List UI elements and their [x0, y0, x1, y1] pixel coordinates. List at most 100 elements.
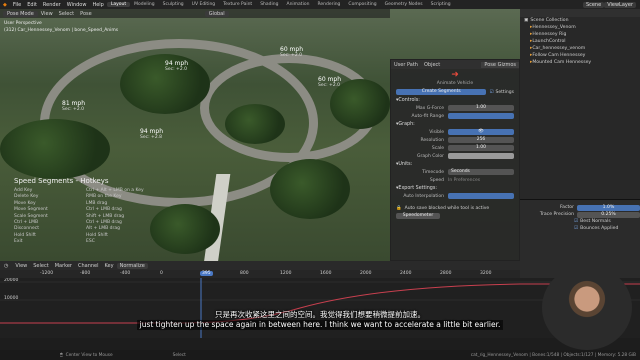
auto-interp-toggle[interactable]	[448, 193, 514, 199]
outliner-item-label: LaunchControl	[532, 39, 566, 44]
bounces-label: Bounces Applied	[580, 226, 619, 231]
tree-cluster	[270, 159, 350, 219]
3d-viewport[interactable]: Pose Mode View Select Pose Global User P…	[0, 9, 520, 261]
tab-texture-paint[interactable]: Texture Paint	[219, 2, 256, 7]
speed-marker[interactable]: 94 mph Sec: +2.8	[140, 129, 163, 141]
status-mid: Select	[172, 352, 186, 358]
hotkey-action: Exit	[14, 239, 23, 245]
speed-marker[interactable]: 94 mph Sec: +2.0	[165, 61, 188, 73]
sidebar-n-panel: User Path Object Pose Gizmos ➜ Animate V…	[390, 59, 520, 261]
view-layer-selector[interactable]: ViewLayer	[604, 1, 636, 8]
best-normals-checkbox-icon[interactable]: ☑	[574, 219, 578, 224]
addon-logo: ➜	[391, 69, 519, 81]
outliner-item-label: Mounted Cam Hennessey	[532, 60, 592, 65]
frame-tick: 800	[240, 271, 249, 276]
outliner-item[interactable]: ▸ Follow Cam Hennessey	[520, 52, 640, 59]
max-gforce-field[interactable]: 1.00	[448, 105, 514, 111]
mode-selector[interactable]: Pose Mode	[3, 10, 38, 17]
tab-animation[interactable]: Animation	[282, 2, 313, 7]
speed-value: In Preferences	[448, 177, 481, 183]
tab-layout[interactable]: Layout	[106, 2, 131, 7]
scale-field[interactable]: 1.00	[448, 145, 514, 151]
timecode-label: Timecode	[422, 169, 444, 175]
tab-user-path[interactable]: User Path	[391, 62, 421, 68]
menu-edit[interactable]: Edit	[24, 2, 40, 8]
view-menu[interactable]: View	[38, 11, 56, 17]
outliner-panel: ▣ Scene Collection ▸ Hennessey_Venom ▸ Hen…	[520, 9, 640, 199]
normalize-toggle[interactable]: Normalize	[116, 262, 148, 269]
tab-rendering[interactable]: Rendering	[313, 2, 344, 7]
export-heading: Export Settings:	[398, 185, 437, 191]
tab-pose-gizmos[interactable]: Pose Gizmos	[481, 61, 519, 68]
frame-tick: 1200	[280, 271, 292, 276]
editor-type-icon[interactable]: ◷	[0, 263, 12, 269]
pose-menu[interactable]: Pose	[77, 11, 95, 17]
tab-sculpting[interactable]: Sculpting	[159, 2, 188, 7]
tab-compositing[interactable]: Compositing	[344, 2, 380, 7]
tab-scripting[interactable]: Scripting	[427, 2, 455, 7]
key-menu[interactable]: Key	[102, 263, 117, 269]
outliner-header	[520, 9, 640, 17]
graph-color-swatch[interactable]	[448, 153, 514, 159]
status-left: Center View to Mouse	[65, 352, 113, 358]
blender-logo-icon[interactable]: ◆	[0, 2, 10, 8]
marker-menu[interactable]: Marker	[52, 263, 75, 269]
create-segments-button[interactable]: Create Segments	[396, 89, 487, 95]
menu-window[interactable]: Window	[64, 2, 90, 8]
auto-save-note: Auto save blocked while tool is active	[404, 205, 490, 211]
trace-field[interactable]: 0.25%	[577, 211, 640, 218]
tab-geometry-nodes[interactable]: Geometry Nodes	[381, 2, 427, 7]
select-menu[interactable]: Select	[30, 263, 51, 269]
channel-menu[interactable]: Channel	[75, 263, 102, 269]
menu-render[interactable]: Render	[40, 2, 64, 8]
resolution-field[interactable]: 256	[448, 137, 514, 143]
outliner-item[interactable]: ▸ Hennessey Rig	[520, 31, 640, 38]
outliner-item[interactable]: ▸ Hennessey_Venom	[520, 24, 640, 31]
outliner-root[interactable]: ▣ Scene Collection	[520, 17, 640, 24]
frame-tick: 0	[160, 271, 163, 276]
subtitle-zh: 只是再次收紧这里之间的空间。我觉得我们想要稍微提前加速。	[215, 310, 425, 319]
speed-marker[interactable]: 60 mph Sec: +2.0	[280, 47, 303, 59]
visible-toggle[interactable]: 👁	[448, 129, 514, 135]
outliner-item[interactable]: ▸ Car_hennessey_venom	[520, 45, 640, 52]
tab-uv-editing[interactable]: UV Editing	[188, 2, 219, 7]
status-right: cat_rig_Hennessey_Venom | Bones:1/548 | …	[470, 352, 636, 358]
segment-time: Sec: +2.8	[140, 135, 162, 140]
tab-shading[interactable]: Shading	[256, 2, 282, 7]
graph-heading: Graph:	[398, 121, 415, 127]
collection-icon: ▣	[524, 18, 529, 23]
speed-marker[interactable]: 60 mph Sec: +2.0	[318, 77, 341, 89]
select-menu[interactable]: Select	[56, 11, 77, 17]
frame-ruler[interactable]: -1200 -800 -400 0 395 800 1200 1600 2000 2400 2800…	[0, 270, 520, 278]
scene-selector[interactable]: Scene	[582, 1, 605, 8]
mouse-icon: 🖱	[60, 352, 63, 358]
factor-field[interactable]: 1.0%	[577, 204, 640, 211]
current-frame-indicator[interactable]: 395	[200, 271, 213, 276]
frame-tick: 1600	[320, 271, 332, 276]
tab-modeling[interactable]: Modeling	[130, 2, 158, 7]
segment-time: Sec: +2.0	[280, 53, 302, 58]
resolution-label: Resolution	[420, 137, 444, 143]
view-menu[interactable]: View	[12, 263, 30, 269]
speedometer-button[interactable]: Speedometer	[396, 213, 440, 219]
orientation-selector[interactable]: Global	[204, 10, 229, 17]
auto-range-toggle[interactable]	[448, 113, 514, 119]
auto-interp-label: Auto Interpolation	[403, 193, 444, 199]
bounces-checkbox-icon[interactable]: ☑	[574, 226, 578, 231]
hotkeys-title: Speed Segments - Hotkeys	[14, 177, 109, 185]
speed-marker[interactable]: 81 mph Sec: +2.0	[62, 101, 85, 113]
trace-label: Trace Precision	[539, 212, 574, 217]
settings-label: Settings	[495, 89, 514, 95]
frame-tick: 2000	[360, 271, 372, 276]
tab-object[interactable]: Object	[421, 62, 443, 68]
timecode-dropdown[interactable]: Seconds	[448, 169, 514, 175]
segment-time: Sec: +2.0	[62, 107, 84, 112]
lock-icon: 🔒	[396, 205, 402, 211]
outliner-item[interactable]: ▸ Mounted Cam Hennessey	[520, 59, 640, 66]
settings-checkbox-icon[interactable]: ☑	[489, 90, 493, 95]
factor-label: Factor	[559, 205, 574, 210]
menu-file[interactable]: File	[10, 2, 24, 8]
menu-help[interactable]: Help	[89, 2, 106, 8]
frame-tick: -800	[80, 271, 91, 276]
outliner-item[interactable]: ▸ LaunchControl	[520, 38, 640, 45]
